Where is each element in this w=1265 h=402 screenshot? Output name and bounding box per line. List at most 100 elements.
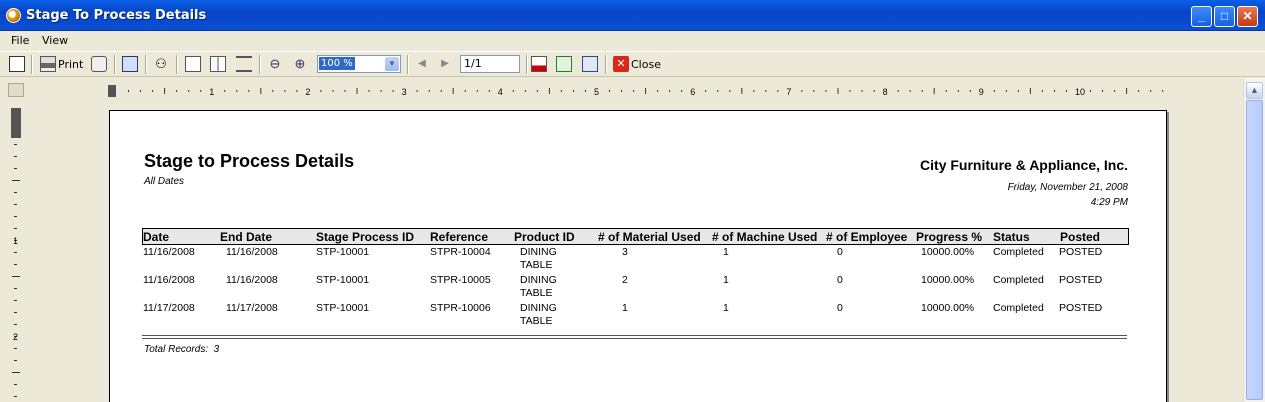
close-window-button[interactable]: ✕ [1237,6,1258,27]
column-header: # of Machine Used [712,230,818,244]
menu-file[interactable]: File [11,34,29,47]
ruler-tick [236,90,238,92]
export-word-icon[interactable] [582,56,598,72]
window-title: Stage To Process Details [26,8,207,23]
ruler-tick [428,90,430,92]
ruler-tick [1162,90,1164,92]
vertical-scrollbar[interactable]: ▲ [1243,78,1265,402]
previous-page-icon[interactable]: ◀ [414,56,430,72]
ruler-number: 5 [594,87,599,97]
close-button-label[interactable]: Close [631,58,661,71]
ruler-number: 7 [786,87,791,97]
export-excel-icon[interactable] [556,56,572,72]
continuous-scroll-icon[interactable] [236,56,252,72]
ruler-tick [512,90,514,92]
cell-date: 11/16/2008 [143,246,195,258]
ruler-tick [14,324,17,325]
toolbar-separator [259,55,261,74]
window-titlebar[interactable]: Stage To Process Details _ □ ✕ [0,0,1265,31]
toolbar-separator [526,55,528,74]
ruler-tick [753,90,755,92]
ruler-tick [260,88,262,94]
ruler-tick [585,90,586,92]
ruler-tick [524,90,526,92]
copy-icon[interactable] [122,56,138,72]
report-date-range: All Dates [144,176,185,187]
print-setup-icon[interactable] [91,56,107,72]
app-icon[interactable] [6,8,21,23]
ruler-tick [320,90,322,92]
toolbar: Print ⚇ ⊖ ⊕ 100 % ▼ ◀ ▶ 1/1 ✕ Close [0,51,1265,77]
cell-posted: POSTED [1059,246,1103,258]
maximize-button[interactable]: □ [1214,6,1235,27]
multiple-pages-icon[interactable] [210,56,226,72]
ruler-tick [14,300,17,301]
cell-end-date: 11/17/2008 [226,302,278,314]
ruler-tick [14,156,17,157]
ruler-tick [464,90,466,92]
scrollbar-thumb[interactable] [1246,100,1263,400]
cell-machine-used: 1 [723,302,729,314]
page-number-input[interactable]: 1/1 [460,55,520,73]
ruler-tick [548,88,550,94]
ruler-tick [621,90,622,92]
cell-stage-process-id: STP-10001 [316,302,370,314]
ruler-number: 6 [690,87,695,97]
cell-posted: POSTED [1059,302,1103,314]
ruler-tick [224,90,226,92]
report-date: Friday, November 21, 2008 [1007,182,1128,193]
ruler-tick [825,90,827,92]
zoom-in-icon[interactable]: ⊕ [292,56,308,72]
cell-product-id-line2: TABLE [520,315,553,327]
ruler-tick [633,90,635,92]
ruler-tick [416,90,418,92]
report-viewer[interactable]: 1 2 3 4 5 6 7 8 9 10 12 Stage to Process Details … [0,78,1243,402]
menu-view[interactable]: View [42,34,68,47]
close-report-icon[interactable]: ✕ [613,56,629,72]
ruler-tick [14,252,17,253]
printer-icon[interactable] [40,56,56,72]
ruler-tick [573,90,574,92]
cell-reference: STPR-10004 [430,246,491,258]
ruler-tick [14,204,17,205]
total-divider [142,338,1127,339]
ruler-tick [452,88,454,94]
cell-employee: 0 [837,246,843,258]
next-page-icon[interactable]: ▶ [437,56,453,72]
export-pdf-icon[interactable] [531,56,547,72]
column-header: # of Material Used [598,230,701,244]
zoom-select[interactable]: 100 % ▼ [317,55,401,73]
chevron-down-icon[interactable]: ▼ [385,57,399,71]
cell-material-used: 3 [622,246,628,258]
ruler-margin-marker [108,85,116,97]
print-button-label[interactable]: Print [58,58,83,71]
ruler-tick [14,216,17,217]
ruler-tick [1090,90,1091,92]
cell-progress: 10000.00% [921,246,975,258]
cell-material-used: 2 [622,274,628,286]
minimize-button[interactable]: _ [1191,6,1212,27]
ruler-tick [1138,90,1140,92]
ruler-tick [777,90,779,92]
toolbar-separator [176,55,178,74]
ruler-tick [1041,90,1043,92]
ruler-tick [296,90,298,92]
cell-status: Completed [993,246,1044,258]
cell-progress: 10000.00% [921,302,975,314]
ruler-number: 1 [13,236,18,246]
toggle-group-tree-icon[interactable] [9,56,25,72]
find-binoculars-icon[interactable]: ⚇ [153,56,169,72]
ruler-tick [476,90,478,92]
column-header: Stage Process ID [316,230,415,244]
cell-date: 11/16/2008 [143,274,195,286]
report-time: 4:29 PM [1090,197,1128,208]
single-page-icon[interactable] [185,56,201,72]
scroll-up-icon[interactable]: ▲ [1246,82,1263,99]
ruler-tick [993,90,995,92]
ruler-tick [14,312,17,313]
cell-stage-process-id: STP-10001 [316,274,370,286]
zoom-out-icon[interactable]: ⊖ [267,56,283,72]
horizontal-ruler: 1 2 3 4 5 6 7 8 9 10 [108,85,1164,97]
maximize-icon: □ [1220,9,1229,23]
ruler-number: 1 [209,87,214,97]
